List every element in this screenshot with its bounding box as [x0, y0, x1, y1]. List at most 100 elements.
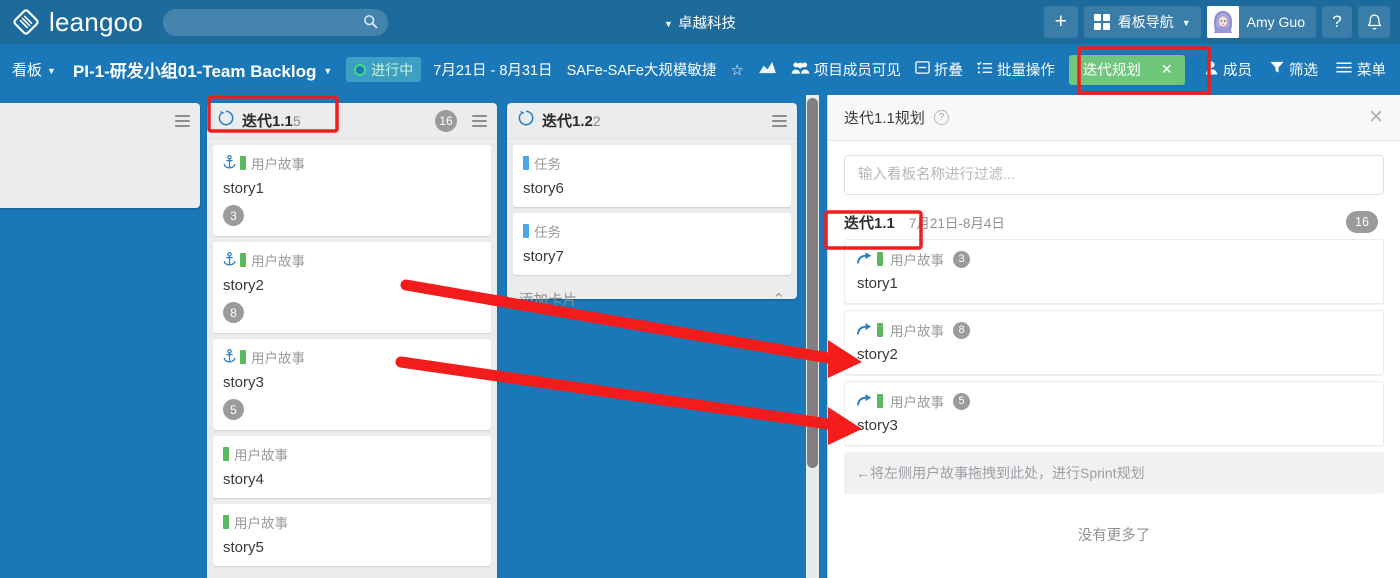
- card[interactable]: 用户故事 story4: [213, 436, 491, 498]
- card[interactable]: 用户故事 story1 3: [213, 145, 491, 236]
- organization-name: 卓越科技: [677, 15, 736, 32]
- card-points-badge: 3: [953, 250, 970, 268]
- scrollbar-thumb[interactable]: [807, 98, 818, 468]
- kanban-label: 看板: [12, 62, 43, 79]
- search-input[interactable]: [162, 8, 388, 36]
- column-menu-icon[interactable]: [175, 115, 190, 127]
- brand-logo[interactable]: leangoo: [0, 7, 143, 38]
- chevron-up-icon[interactable]: ⌃: [772, 290, 785, 308]
- status-dot-icon: [354, 63, 367, 76]
- column-header: 迭代1.15 16: [207, 103, 497, 139]
- card-meta: 用户故事: [223, 512, 481, 532]
- panel-sprint-row[interactable]: 迭代1.1 7月21日-8月4日 16: [828, 205, 1400, 239]
- organization-dropdown[interactable]: ▼ 卓越科技: [664, 12, 736, 33]
- leangoo-logo-icon: [13, 9, 39, 35]
- notifications-button[interactable]: [1358, 6, 1390, 38]
- card-points-badge: 5: [223, 399, 244, 420]
- user-menu[interactable]: Amy Guo: [1206, 6, 1316, 38]
- sprint-icon: [217, 109, 235, 132]
- drop-zone-hint[interactable]: ←将左侧用户故事拖拽到此处，进行Sprint规划: [844, 452, 1384, 494]
- card[interactable]: 用户故事 story2 8: [213, 242, 491, 333]
- hamburger-icon: [1336, 61, 1352, 78]
- board-title[interactable]: PI-1-研发小组01-Team Backlog ▼: [73, 57, 332, 82]
- iteration-planning-panel: 迭代1.1规划 ? ✕ 迭代1.1 7月21日-8月4日 16: [827, 95, 1400, 578]
- card-type-color: [523, 156, 529, 170]
- planning-card-title: story2: [857, 346, 898, 363]
- card-type-label: 用户故事: [890, 324, 944, 339]
- card[interactable]: 任务 story7: [513, 213, 791, 275]
- card-meta: 用户故事: [223, 250, 481, 270]
- board-tag[interactable]: SAFe-SAFe大规模敏捷: [567, 59, 717, 80]
- card-type-label: 用户故事: [234, 516, 288, 531]
- board-column-sprint-11[interactable]: 迭代1.15 16 用户故事 story1 3 用户故事 story2 8 用户…: [207, 103, 497, 578]
- kanban-switcher[interactable]: 看板 ▼: [0, 59, 56, 80]
- chart-icon[interactable]: [758, 60, 777, 79]
- batch-operation-button[interactable]: 批量操作: [976, 59, 1055, 80]
- planning-card[interactable]: 用户故事 5 story3: [844, 381, 1384, 446]
- column-menu-icon[interactable]: [472, 114, 487, 127]
- card-title: story3: [223, 374, 264, 391]
- help-icon[interactable]: ?: [933, 110, 949, 125]
- user-icon: [1205, 61, 1218, 79]
- members-button[interactable]: 成员: [1205, 59, 1252, 80]
- card[interactable]: 用户故事 story5: [213, 504, 491, 566]
- batch-operation-label: 批量操作: [996, 63, 1055, 79]
- column-card-list: 任务 story6 任务 story7 添加卡片 ⌃: [507, 145, 797, 317]
- panel-sprint-count: 16: [1346, 211, 1378, 233]
- add-button[interactable]: +: [1043, 6, 1078, 38]
- members-visibility[interactable]: 项目成员可见: [791, 59, 901, 80]
- planning-card-title: story1: [857, 275, 898, 292]
- collapse-button[interactable]: 折叠: [915, 59, 963, 80]
- iteration-planning-close-icon[interactable]: ✕: [1155, 61, 1185, 78]
- panel-sprint-name: 迭代1.1: [844, 214, 895, 232]
- chevron-down-icon: ▼: [323, 65, 333, 76]
- planning-card-title: story3: [857, 417, 898, 434]
- caret-down-icon: ▼: [664, 18, 673, 29]
- status-badge[interactable]: 进行中: [346, 57, 422, 82]
- filter-label: 筛选: [1289, 63, 1318, 79]
- board-navigation-label: 看板导航: [1117, 14, 1174, 30]
- card[interactable]: 用户故事 story3 5: [213, 339, 491, 430]
- card-type-label: 任务: [534, 157, 561, 172]
- move-arrow-icon: [857, 322, 873, 338]
- planning-card[interactable]: 用户故事 8 story2: [844, 310, 1384, 375]
- card-type-label: 用户故事: [251, 157, 305, 172]
- planning-card-meta: 用户故事 8: [857, 320, 1371, 340]
- menu-button[interactable]: 菜单: [1336, 59, 1386, 80]
- iteration-planning-button[interactable]: 迭代规划 ✕: [1068, 54, 1185, 85]
- card-title: story4: [223, 471, 264, 488]
- board-vertical-scrollbar[interactable]: [806, 95, 819, 578]
- card-meta: 用户故事: [223, 153, 481, 173]
- anchor-icon: [223, 348, 236, 365]
- add-card-button[interactable]: 添加卡片 ⌃: [207, 572, 497, 578]
- board-filter-input[interactable]: [844, 155, 1384, 195]
- board-column-sprint-12[interactable]: 迭代1.22 任务 story6 任务 story7 添加卡片 ⌃: [507, 103, 797, 309]
- planning-card[interactable]: 用户故事 3 story1: [844, 239, 1384, 304]
- card-type-label: 用户故事: [234, 448, 288, 463]
- move-arrow-icon: [857, 251, 873, 267]
- avatar: [1206, 6, 1239, 38]
- card-type-label: 任务: [534, 225, 561, 240]
- chevron-down-icon: ▼: [1181, 18, 1191, 28]
- filter-icon: [1270, 61, 1284, 78]
- add-card-button[interactable]: 添加卡片 ⌃: [507, 281, 797, 317]
- card-type-label: 用户故事: [251, 351, 305, 366]
- help-button[interactable]: ?: [1322, 6, 1352, 38]
- panel-header: 迭代1.1规划 ? ✕: [828, 95, 1400, 141]
- board-column-partial[interactable]: [0, 103, 200, 208]
- planning-card-meta: 用户故事 3: [857, 249, 1371, 269]
- panel-sprint-dates: 7月21日-8月4日: [908, 216, 1005, 231]
- column-menu-icon[interactable]: [772, 114, 787, 127]
- card-type-color: [877, 252, 883, 266]
- move-arrow-icon: [857, 393, 873, 409]
- panel-close-icon[interactable]: ✕: [1368, 106, 1384, 129]
- card-title: story7: [523, 248, 564, 265]
- date-range: 7月21日 - 8月31日: [433, 63, 553, 79]
- star-icon[interactable]: ☆: [730, 61, 743, 79]
- board-navigation-button[interactable]: 看板导航 ▼: [1083, 6, 1201, 38]
- card-title: story6: [523, 180, 564, 197]
- card[interactable]: 任务 story6: [513, 145, 791, 207]
- column-title: 迭代1.22: [542, 113, 601, 130]
- card-type-label: 用户故事: [890, 253, 944, 268]
- filter-button[interactable]: 筛选: [1270, 59, 1318, 80]
